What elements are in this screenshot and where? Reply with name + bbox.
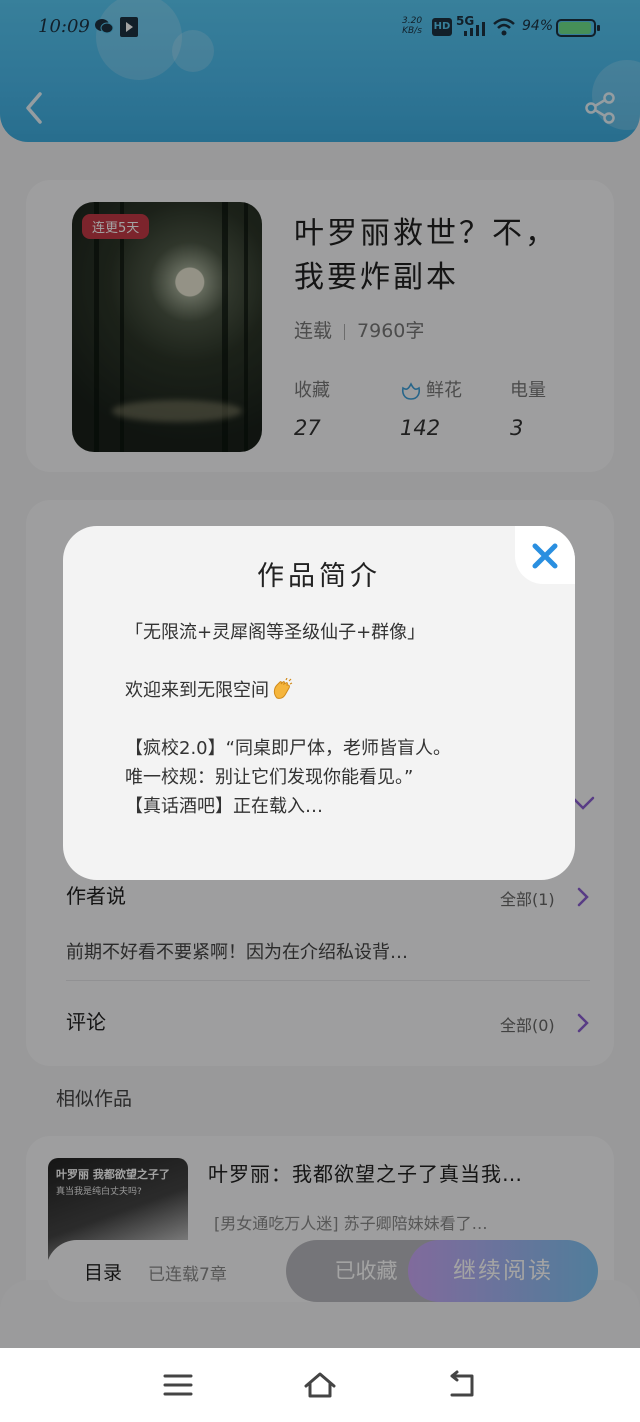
close-icon bbox=[532, 543, 558, 569]
synopsis-dialog: 作品简介 「无限流+灵犀阁等圣级仙子+群像」 欢迎来到无限空间 【疯校2.0】“… bbox=[63, 526, 575, 880]
synopsis-line: 【疯校2.0】“同桌即尸体，老师皆盲人。 bbox=[125, 738, 451, 759]
synopsis-line: 唯一校规：别让它们发现你能看见。” bbox=[125, 767, 414, 788]
synopsis-text: 「无限流+灵犀阁等圣级仙子+群像」 欢迎来到无限空间 【疯校2.0】“同桌即尸体… bbox=[125, 618, 545, 821]
system-nav-bar bbox=[0, 1348, 640, 1422]
synopsis-line: 「无限流+灵犀阁等圣级仙子+群像」 bbox=[125, 622, 426, 643]
menu-icon[interactable] bbox=[160, 1368, 196, 1402]
clapping-hands-icon bbox=[273, 678, 293, 699]
synopsis-line: 【真话酒吧】正在载入… bbox=[125, 796, 323, 817]
dialog-title: 作品简介 bbox=[257, 561, 381, 592]
synopsis-line: 欢迎来到无限空间 bbox=[125, 676, 545, 705]
home-icon[interactable] bbox=[302, 1368, 338, 1402]
back-icon[interactable] bbox=[444, 1368, 480, 1402]
